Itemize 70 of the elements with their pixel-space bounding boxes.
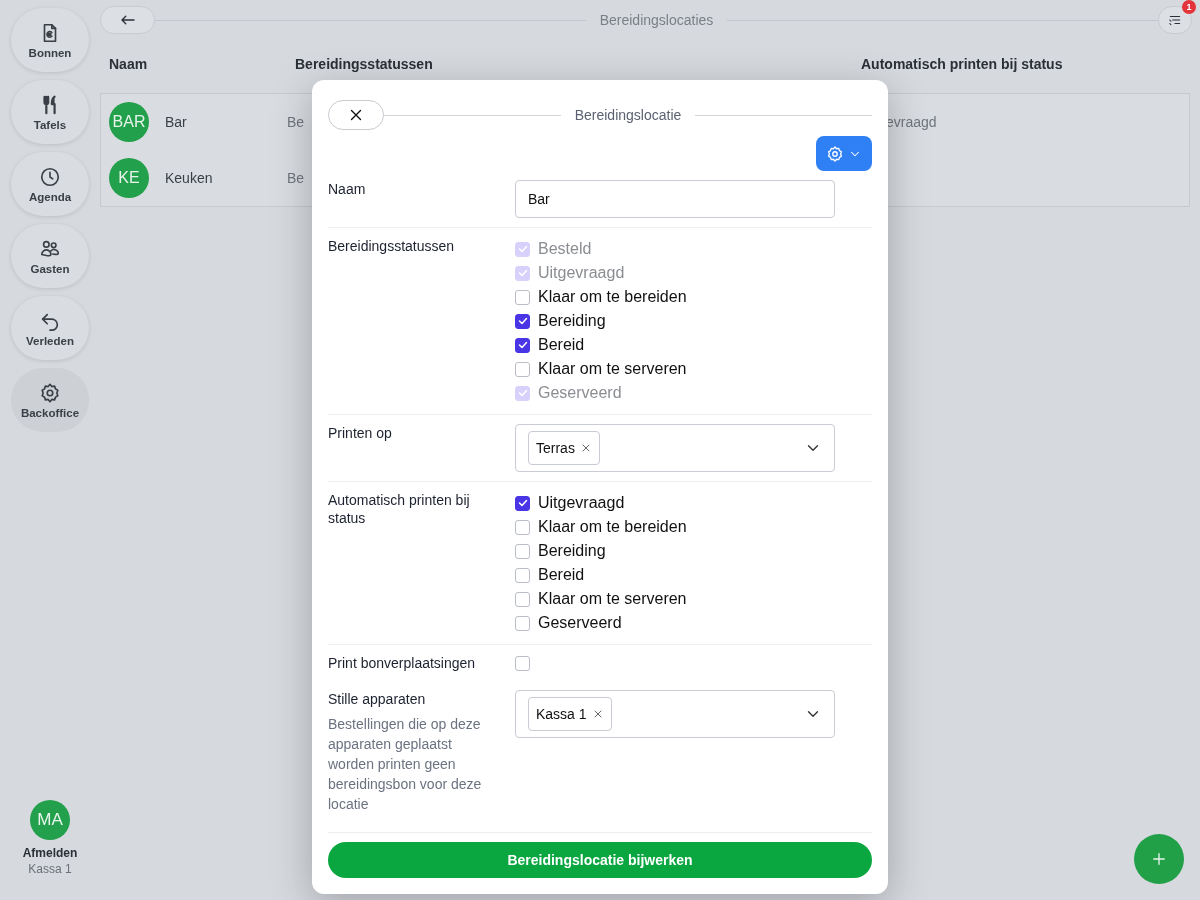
add-button[interactable] — [1134, 834, 1184, 884]
option-label: Geserveerd — [538, 384, 622, 402]
check-icon — [516, 497, 529, 509]
column-header: Automatisch printen bij status — [861, 56, 1063, 72]
column-header: Bereidingsstatussen — [295, 56, 434, 72]
location-avatar: BAR — [109, 102, 149, 142]
tag-label: Terras — [536, 440, 575, 456]
settings-dropdown-button[interactable] — [816, 136, 872, 171]
multi-select-field[interactable]: Kassa 1 — [515, 690, 835, 738]
multi-select-field[interactable]: Terras — [515, 424, 835, 472]
option-label: Klaar om te serveren — [538, 360, 687, 378]
field-label: Stille apparaten — [328, 690, 427, 708]
back-button[interactable] — [100, 6, 155, 34]
checkbox[interactable] — [515, 543, 530, 559]
option-label: Besteld — [538, 240, 592, 258]
table-cell: evraagd — [886, 114, 937, 130]
option-label: Geserveerd — [538, 614, 622, 632]
nav-button[interactable]: Gasten — [11, 224, 89, 288]
settings-icon — [39, 381, 61, 404]
field-label: Naam — [328, 180, 367, 198]
device-name: Kassa 1 — [28, 862, 72, 876]
option-label: Uitgevraagd — [538, 494, 625, 512]
option-label: Bereiding — [538, 542, 606, 560]
nav-button[interactable]: Backoffice — [11, 368, 89, 432]
tag-label: Kassa 1 — [536, 706, 587, 722]
list-filter-icon — [1168, 13, 1182, 27]
page-title: Bereidingslocaties — [599, 12, 714, 28]
option-label: Uitgevraagd — [538, 264, 625, 282]
option-label: Bereiding — [538, 312, 606, 330]
field-label: Bereidingsstatussen — [328, 237, 456, 255]
option-label: Bereid — [538, 336, 585, 354]
checkbox[interactable] — [515, 337, 530, 353]
field-label: Printen op — [328, 424, 393, 442]
check-icon — [516, 315, 529, 327]
close-button[interactable] — [328, 100, 384, 130]
checkbox[interactable] — [515, 313, 530, 329]
field-label: Automatisch printen bij status — [328, 491, 471, 527]
filter-button[interactable] — [1158, 6, 1192, 34]
column-header: Naam — [108, 56, 149, 72]
dialog-title: Bereidingslocatie — [574, 107, 682, 123]
table-cell: Be — [287, 170, 305, 186]
field-description: Bestellingen die op deze apparaten geplaatst worden printen geen bereidingsbon voor deze locatie — [328, 715, 483, 814]
notification-badge: 1 — [1182, 0, 1196, 14]
table-cell: Keuken — [165, 170, 213, 186]
option-label: Bereid — [538, 566, 585, 584]
checkbox[interactable] — [515, 615, 530, 631]
nav-button[interactable]: Verleden — [11, 296, 89, 360]
option-label: Klaar om te bereiden — [538, 518, 687, 536]
plus-icon — [1150, 850, 1168, 868]
checkbox[interactable] — [515, 519, 530, 535]
checkbox[interactable] — [515, 591, 530, 607]
table-cell: Be — [287, 114, 305, 130]
checkbox[interactable] — [515, 495, 530, 511]
checkbox[interactable] — [515, 289, 530, 305]
option-label: Klaar om te bereiden — [538, 288, 687, 306]
field-label: Print bonverplaatsingen — [328, 654, 477, 672]
logout-link[interactable]: Afmelden — [22, 846, 78, 860]
location-avatar: KE — [109, 158, 149, 198]
checkbox[interactable] — [515, 567, 530, 583]
checkbox[interactable] — [515, 361, 530, 377]
checkbox[interactable] — [515, 656, 530, 671]
nav-button[interactable]: Tafels — [11, 80, 89, 144]
settings-icon — [826, 144, 844, 163]
clock-icon — [39, 165, 61, 188]
option-label: Klaar om te serveren — [538, 590, 687, 608]
nav-button[interactable]: Agenda — [11, 152, 89, 216]
table-cell: Bar — [165, 114, 187, 130]
name-input[interactable]: Bar — [515, 180, 835, 218]
nav-button[interactable]: Bonnen — [11, 8, 89, 72]
check-icon — [516, 339, 529, 351]
